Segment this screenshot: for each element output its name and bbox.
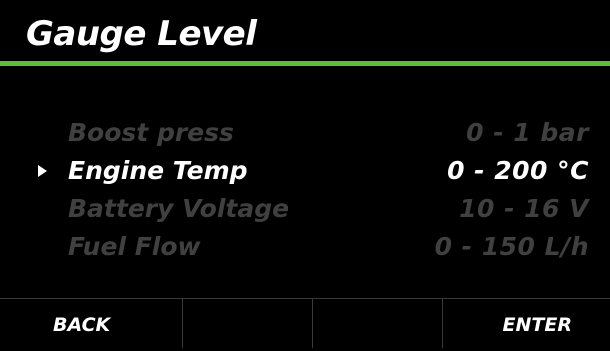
menu-item-label: Fuel Flow: [68, 232, 201, 261]
back-button[interactable]: BACK: [0, 299, 183, 348]
menu-item-engine-temp[interactable]: Engine Temp 0 - 200 °C: [0, 154, 610, 192]
menu-item-fuel-flow[interactable]: Fuel Flow 0 - 150 L/h: [0, 230, 610, 268]
menu-item-range: 10 - 16 V: [459, 194, 589, 223]
menu-item-range: 0 - 200 °C: [447, 156, 589, 185]
menu-item-label: Battery Voltage: [68, 194, 290, 223]
softkey-3[interactable]: [313, 299, 443, 348]
header-divider: [0, 61, 610, 66]
softkey-bar: BACK ENTER: [0, 298, 610, 348]
menu-item-label: Engine Temp: [68, 156, 248, 185]
gauge-level-screen: Gauge Level Boost press 0 - 1 bar Engine…: [0, 0, 610, 348]
enter-button[interactable]: ENTER: [443, 299, 610, 348]
menu-item-boost-press[interactable]: Boost press 0 - 1 bar: [0, 116, 610, 154]
softkey-2[interactable]: [183, 299, 313, 348]
menu-item-label: Boost press: [68, 118, 234, 147]
menu-item-range: 0 - 1 bar: [466, 118, 589, 147]
selection-pointer-icon: [38, 165, 47, 177]
page-title: Gauge Level: [26, 14, 257, 54]
menu-item-range: 0 - 150 L/h: [434, 232, 589, 261]
header: Gauge Level: [0, 0, 610, 62]
gauge-option-list: Boost press 0 - 1 bar Engine Temp 0 - 20…: [0, 116, 610, 268]
menu-item-battery-voltage[interactable]: Battery Voltage 10 - 16 V: [0, 192, 610, 230]
